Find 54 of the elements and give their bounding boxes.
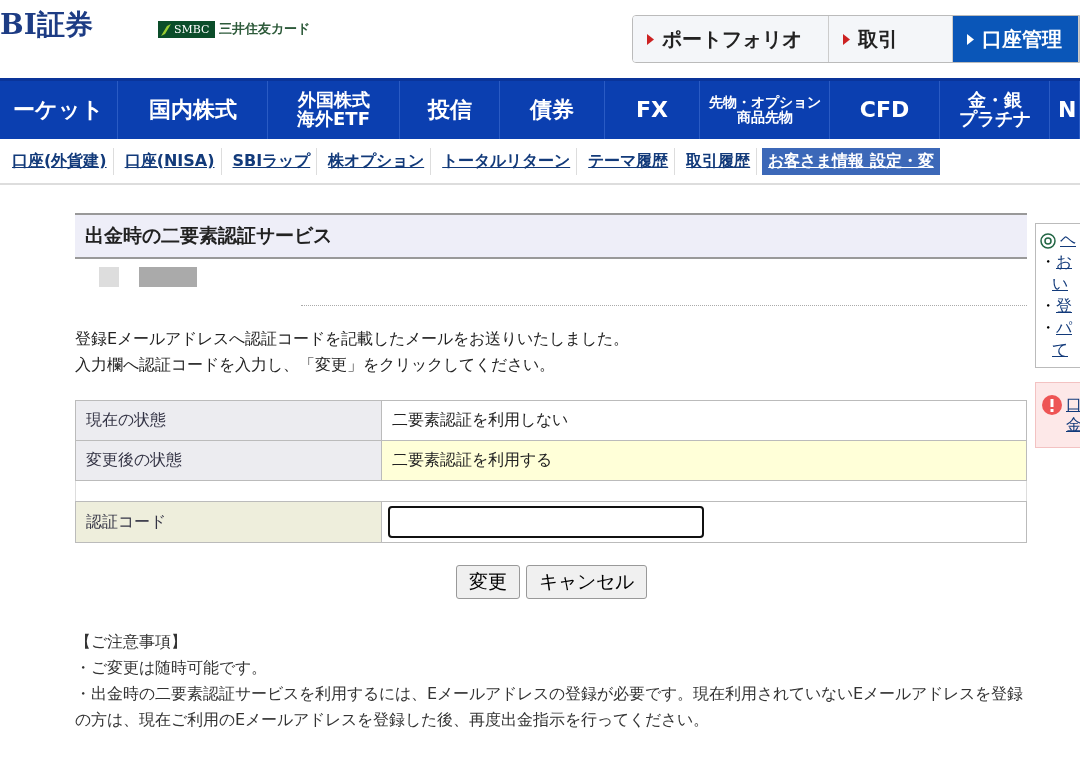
top-tab[interactable]: 取引 bbox=[829, 16, 953, 62]
sub-nav-link[interactable]: トータルリターン bbox=[436, 147, 578, 175]
sub-nav-link[interactable]: 株オプション bbox=[322, 147, 432, 175]
notes-title: 【ご注意事項】 bbox=[75, 631, 188, 653]
help-icon bbox=[1040, 232, 1056, 249]
help-link[interactable]: い bbox=[1052, 274, 1068, 293]
sub-nav-link[interactable]: 口座(NISA) bbox=[118, 147, 222, 175]
cancel-button[interactable]: キャンセル bbox=[525, 565, 647, 599]
note-text: ・ご変更は随時可能です。 bbox=[75, 657, 268, 679]
nav-item[interactable]: N bbox=[1050, 81, 1080, 139]
brand-logo: BI証券 bbox=[0, 7, 94, 43]
row-value: 二要素認証を利用する bbox=[381, 440, 1027, 481]
bullet: ・ bbox=[1040, 295, 1056, 317]
nav-item[interactable]: 債券 bbox=[500, 81, 605, 139]
triangle-icon bbox=[843, 33, 850, 45]
redaction-block bbox=[99, 267, 119, 287]
change-button[interactable]: 変更 bbox=[455, 565, 520, 599]
sub-nav-link[interactable]: テーマ履歴 bbox=[582, 147, 676, 175]
sub-nav-link[interactable]: SBIラップ bbox=[226, 147, 318, 175]
row-label: 変更後の状態 bbox=[75, 440, 382, 481]
card-brand-name: 三井住友カード bbox=[218, 20, 310, 38]
sub-nav-link[interactable]: 口座(外貨建) bbox=[6, 147, 114, 175]
triangle-icon bbox=[647, 33, 654, 45]
triangle-icon bbox=[967, 33, 974, 45]
top-tab[interactable]: 口座管理 bbox=[953, 16, 1079, 62]
nav-item[interactable]: 先物・オプション 商品先物 bbox=[700, 81, 830, 139]
row-label: 現在の状態 bbox=[75, 400, 382, 441]
nav-item[interactable]: CFD bbox=[830, 81, 940, 139]
page-title: 出金時の二要素認証サービス bbox=[75, 213, 1027, 259]
code-input-field[interactable] bbox=[388, 506, 704, 538]
help-link[interactable]: パ bbox=[1056, 317, 1072, 339]
top-tab[interactable]: ポートフォリオ bbox=[633, 16, 829, 62]
redaction-block bbox=[139, 267, 197, 287]
row-label: 認証コード bbox=[75, 501, 382, 543]
sub-nav-link[interactable]: 取引履歴 bbox=[680, 147, 758, 175]
bullet: ・ bbox=[1040, 251, 1056, 273]
nav-item[interactable]: FX bbox=[605, 81, 700, 139]
sub-nav-link[interactable]: お客さま情報 設定・変 bbox=[762, 147, 940, 175]
bullet: ・ bbox=[1040, 317, 1056, 339]
help-link[interactable]: 登 bbox=[1056, 295, 1072, 317]
nav-item[interactable]: 外国株式 海外ETF bbox=[268, 81, 400, 139]
instruction-text: 入力欄へ認証コードを入力し、「変更」をクリックしてください。 bbox=[75, 354, 556, 376]
help-link[interactable]: お bbox=[1056, 251, 1072, 273]
help-link[interactable]: て bbox=[1052, 340, 1068, 359]
row-value: 二要素認証を利用しない bbox=[381, 400, 1027, 441]
nav-item[interactable]: 金・銀 プラチナ bbox=[940, 81, 1050, 139]
nav-item[interactable]: 投信 bbox=[400, 81, 500, 139]
nav-item[interactable]: 国内株式 bbox=[118, 81, 268, 139]
nav-item[interactable]: ーケット bbox=[0, 81, 118, 139]
card-brand-badge: SMBC bbox=[158, 20, 215, 38]
instruction-text: 登録Eメールアドレスへ認証コードを記載したメールをお送りいたしました。 bbox=[75, 328, 631, 350]
alert-icon bbox=[1042, 395, 1062, 415]
note-text: ・出金時の二要素認証サービスを利用するには、Eメールアドレスの登録が必要です。現在利用されていないEメールアドレスを登録の方は、現在ご利用のEメールアドレスを登録した後、再度出金指示を行ってください。 bbox=[75, 683, 1025, 731]
help-link[interactable]: ヘ bbox=[1060, 230, 1076, 251]
